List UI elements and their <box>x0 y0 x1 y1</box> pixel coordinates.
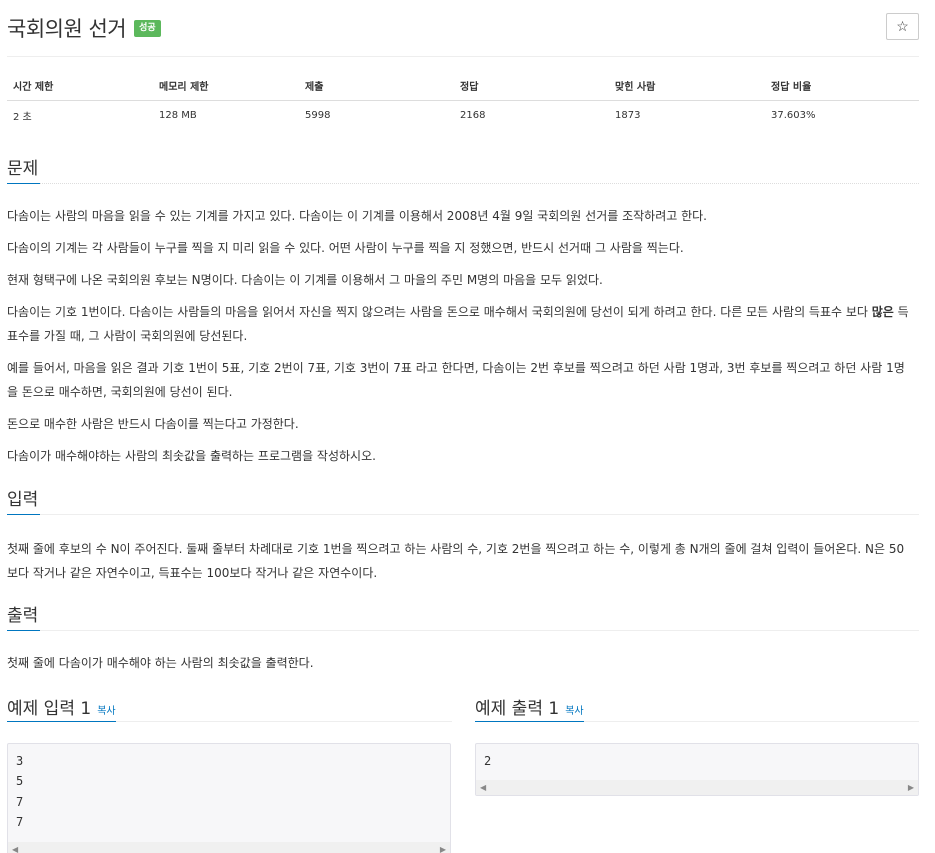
scroll-right-icon[interactable]: ▶ <box>908 783 914 792</box>
table-row: 2 초 128 MB 5998 2168 1873 37.603% <box>7 100 919 130</box>
scroll-left-icon[interactable]: ◀ <box>480 783 486 792</box>
header-divider <box>7 56 919 57</box>
header-memory-limit: 메모리 제한 <box>153 72 299 101</box>
problem-info-table: 시간 제한 메모리 제한 제출 정답 맞힌 사람 정답 비율 2 초 128 M… <box>7 72 919 130</box>
submissions-value: 5998 <box>305 109 331 121</box>
copy-input-button[interactable]: 복사 <box>97 706 115 717</box>
accept-ratio-value: 37.603% <box>771 109 816 121</box>
table-header-row: 시간 제한 메모리 제한 제출 정답 맞힌 사람 정답 비율 <box>7 72 919 101</box>
description-paragraph-5: 예를 들어서, 마음을 읽은 결과 기호 1번이 5표, 기호 2번이 7표, … <box>7 361 905 399</box>
header-submissions: 제출 <box>299 72 454 101</box>
output-section-title: 출력 <box>7 601 41 631</box>
sample-input-title-text: 예제 입력 1 <box>7 699 92 719</box>
sample-input-box[interactable]: 3 5 7 7 ◀ ▶ <box>7 743 451 853</box>
description-paragraph-3: 현재 형택구에 나온 국회의원 후보는 N명이다. 다솜이는 이 기계를 이용해… <box>7 273 603 287</box>
sample-input-title: 예제 입력 1 복사 <box>7 694 116 722</box>
problem-section-header: 문제 <box>7 154 919 184</box>
input-description: 첫째 줄에 후보의 수 N이 주어진다. 둘째 줄부터 차례대로 기호 1번을 … <box>7 542 905 580</box>
description-paragraph-7: 다솜이가 매수해야하는 사람의 최솟값을 출력하는 프로그램을 작성하시오. <box>7 449 376 463</box>
sample-output-title: 예제 출력 1 복사 <box>475 694 584 722</box>
sample-input-value: 3 5 7 7 <box>16 754 24 829</box>
output-description: 첫째 줄에 다솜이가 매수해야 하는 사람의 최솟값을 출력한다. <box>7 656 314 670</box>
description-p4-start: 다솜이는 기호 1번이다. 다솜이는 사람들의 마음을 읽어서 자신을 찍지 않… <box>7 305 872 319</box>
problem-header: 국회의원 선거 성공 <box>7 11 161 45</box>
description-paragraph-2: 다솜이의 기계는 각 사람들이 누구를 찍을 지 미리 읽을 수 있다. 어떤 … <box>7 241 684 255</box>
sample-output-header: 예제 출력 1 복사 <box>475 694 919 722</box>
status-badge: 성공 <box>134 19 161 37</box>
copy-output-button[interactable]: 복사 <box>565 706 583 717</box>
memory-limit-value: 128 MB <box>159 109 197 121</box>
sample-output-title-text: 예제 출력 1 <box>475 699 560 719</box>
sample-input-scrollbar[interactable]: ◀ ▶ <box>8 842 450 853</box>
solved-users-value: 1873 <box>615 109 641 121</box>
header-time-limit: 시간 제한 <box>7 72 153 101</box>
header-accepted: 정답 <box>454 72 609 101</box>
accepted-value: 2168 <box>460 109 486 121</box>
sample-output-scrollbar[interactable]: ◀ ▶ <box>476 780 918 795</box>
scroll-left-icon[interactable]: ◀ <box>12 845 18 853</box>
input-section-header: 입력 <box>7 485 919 515</box>
output-section-header: 출력 <box>7 601 919 631</box>
scroll-right-icon[interactable]: ▶ <box>440 845 446 853</box>
sample-output-value: 2 <box>484 754 492 768</box>
star-icon: ☆ <box>896 18 909 34</box>
header-accept-ratio: 정답 비율 <box>765 72 919 101</box>
description-paragraph-6: 돈으로 매수한 사람은 반드시 다솜이를 찍는다고 가정한다. <box>7 417 299 431</box>
star-button[interactable]: ☆ <box>886 13 919 40</box>
time-limit-value: 2 초 <box>13 111 32 123</box>
input-section-title: 입력 <box>7 485 41 515</box>
page-title: 국회의원 선거 <box>7 17 127 41</box>
description-p4-emphasis: 많은 <box>871 305 894 319</box>
description-paragraph-4: 다솜이는 기호 1번이다. 다솜이는 사람들의 마음을 읽어서 자신을 찍지 않… <box>7 300 912 348</box>
description-paragraph-1: 다솜이는 사람의 마음을 읽을 수 있는 기계를 가지고 있다. 다솜이는 이 … <box>7 209 707 223</box>
problem-section-title: 문제 <box>7 154 41 184</box>
sample-input-header: 예제 입력 1 복사 <box>7 694 452 722</box>
sample-output-box[interactable]: 2 ◀ ▶ <box>475 743 919 796</box>
header-solved-users: 맞힌 사람 <box>609 72 765 101</box>
